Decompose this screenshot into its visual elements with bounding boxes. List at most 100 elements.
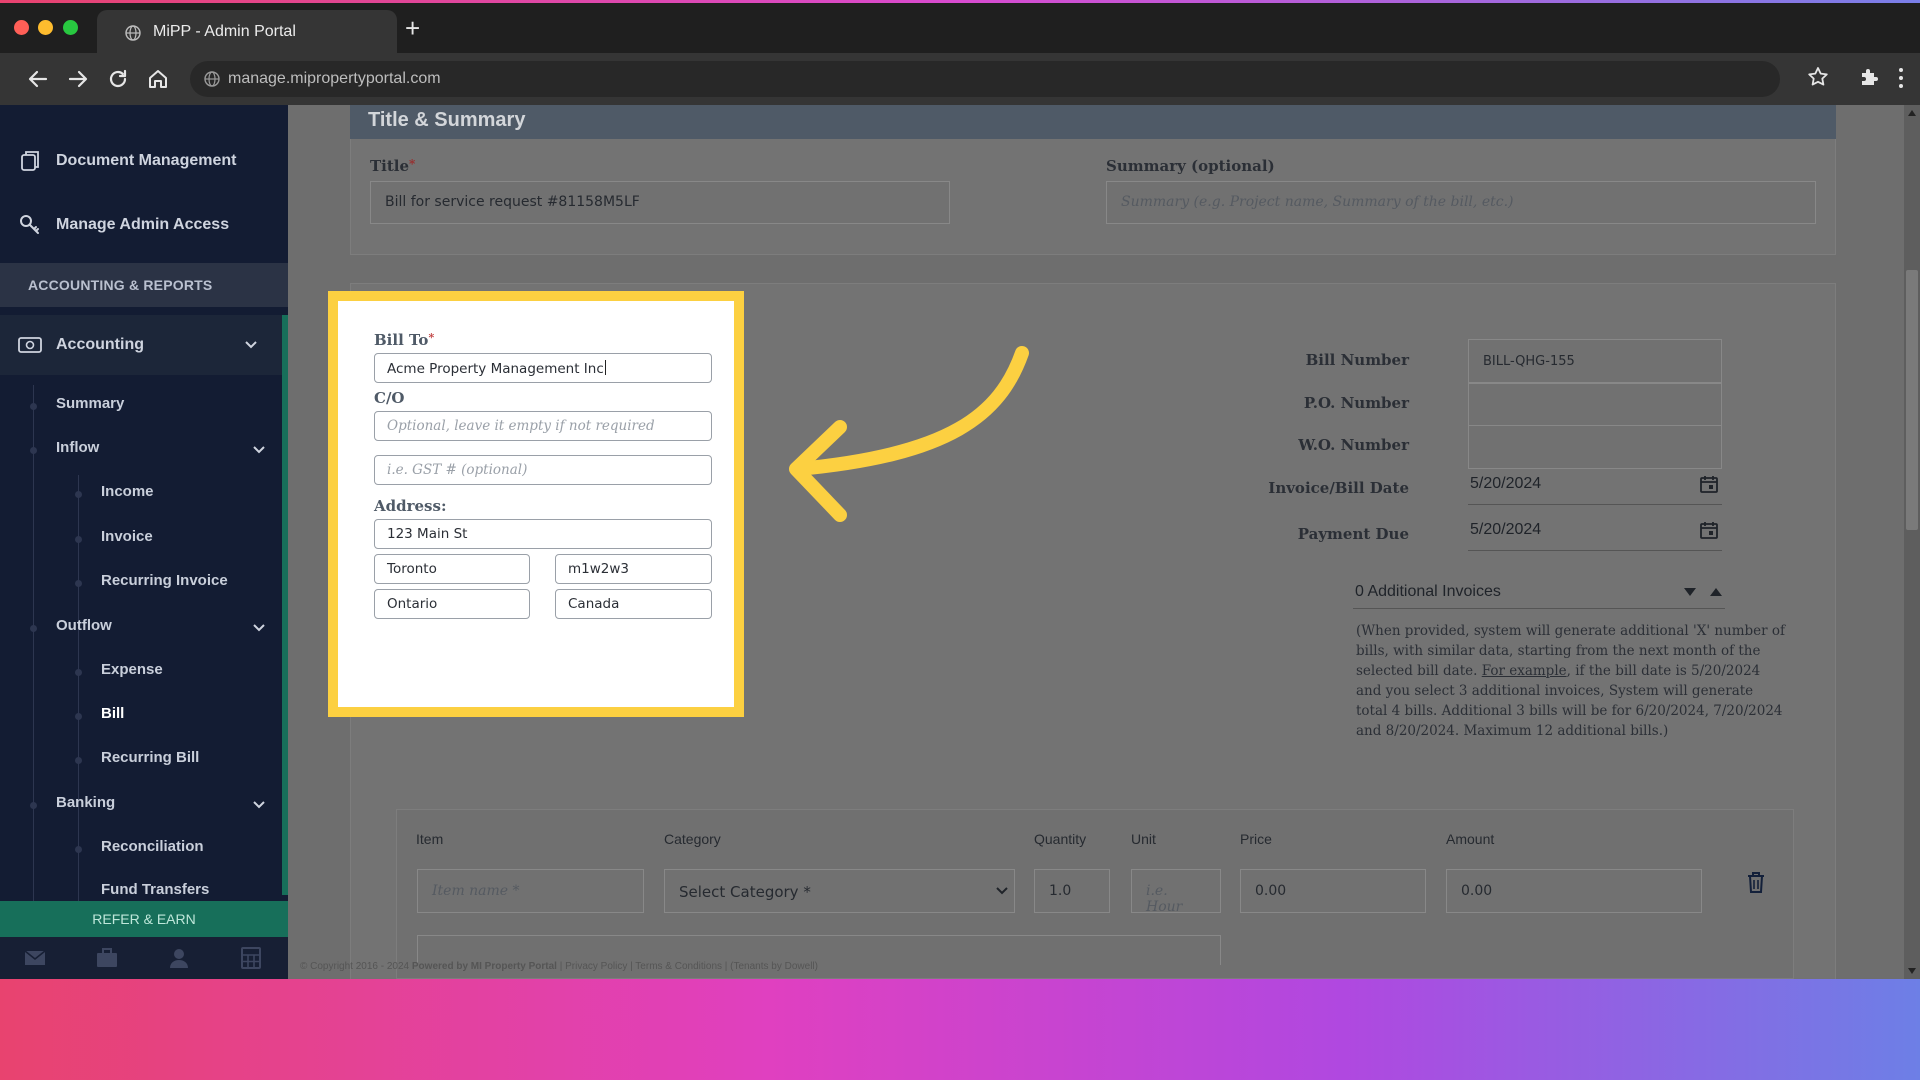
calendar-icon[interactable] [1700, 475, 1718, 493]
invoice-date-value: 5/20/2024 [1470, 475, 1542, 492]
mail-icon[interactable] [24, 947, 46, 969]
reload-icon[interactable] [106, 67, 130, 91]
section-header-accounting-reports: ACCOUNTING & REPORTS [0, 263, 288, 307]
trash-icon[interactable] [1746, 871, 1766, 893]
payment-due-label: Payment Due [1297, 525, 1409, 543]
sidebar-item-recurring-invoice[interactable]: Recurring Invoice [101, 572, 228, 589]
scroll-up-icon[interactable] [1907, 109, 1917, 117]
payment-due-value: 5/20/2024 [1470, 521, 1542, 538]
title-input[interactable]: Bill for service request #81158M5LF [370, 181, 950, 224]
sidebar-item-summary[interactable]: Summary [56, 395, 124, 412]
sidebar-item-accounting[interactable]: Accounting [0, 315, 288, 375]
browser-menu-icon[interactable] [1892, 65, 1910, 91]
tree-dot [30, 447, 37, 454]
bill-to-input[interactable]: Acme Property Management Inc [374, 353, 712, 383]
price-input[interactable]: 0.00 [1240, 869, 1426, 913]
sidebar-item-outflow[interactable]: Outflow [56, 617, 112, 634]
caret-down-icon[interactable] [1683, 587, 1697, 597]
category-select[interactable]: Select Category * [664, 869, 1015, 913]
unit-input[interactable]: i.e. Hour [1131, 869, 1221, 915]
additional-invoices-select[interactable]: 0 Additional Invoices [1353, 573, 1725, 609]
minimize-window-button[interactable] [38, 20, 53, 35]
section-title: Title & Summary [350, 105, 1836, 139]
bill-to-highlight: Bill To* Acme Property Management Inc C/… [328, 291, 744, 717]
for-example-link[interactable]: For example [1482, 663, 1567, 679]
invoice-date-label: Invoice/Bill Date [1268, 479, 1409, 497]
tab-strip: MiPP - Admin Portal + [0, 3, 1920, 53]
postal-code-input[interactable]: m1w2w3 [555, 554, 712, 584]
scroll-down-icon[interactable] [1907, 967, 1917, 975]
chevron-down-icon[interactable] [252, 621, 266, 635]
province-input[interactable]: Ontario [374, 589, 530, 619]
gst-input[interactable]: i.e. GST # (optional) [374, 455, 712, 485]
chevron-down-icon[interactable] [252, 443, 266, 457]
close-window-button[interactable] [14, 20, 29, 35]
street-input[interactable]: 123 Main St [374, 519, 712, 549]
bookmark-star-icon[interactable] [1806, 65, 1830, 89]
user-icon[interactable] [168, 947, 190, 969]
chevron-down-icon [996, 887, 1008, 895]
sidebar-item-bill[interactable]: Bill [101, 705, 124, 722]
sidebar-item-fund-transfers[interactable]: Fund Transfers [101, 881, 209, 898]
invoice-date-input[interactable]: 5/20/2024 [1468, 467, 1722, 505]
sidebar-item-banking[interactable]: Banking [56, 794, 115, 811]
address-bar[interactable]: manage.mipropertyportal.com [190, 61, 1780, 97]
forward-arrow-icon[interactable] [66, 67, 90, 91]
site-info-icon[interactable] [204, 71, 220, 87]
sidebar-item-reconciliation[interactable]: Reconciliation [101, 838, 204, 855]
sidebar-item-expense[interactable]: Expense [101, 661, 163, 678]
bill-number-label: Bill Number [1305, 351, 1409, 369]
home-icon[interactable] [146, 67, 170, 91]
key-icon [20, 215, 39, 234]
bill-to-label: Bill To* [374, 331, 435, 349]
po-number-input[interactable] [1468, 383, 1722, 427]
tab-title: MiPP - Admin Portal [153, 23, 296, 40]
item-name-input[interactable]: Item name * [417, 869, 644, 913]
co-input[interactable]: Optional, leave it empty if not required [374, 411, 712, 441]
bill-number-input[interactable]: BILL-QHG-155 [1468, 339, 1722, 383]
tree-dot [30, 625, 37, 632]
summary-label: Summary (optional) [1106, 157, 1275, 175]
summary-input[interactable]: Summary (e.g. Project name, Summary of t… [1106, 181, 1816, 224]
tree-dot [75, 536, 82, 543]
sidebar-item-inflow[interactable]: Inflow [56, 439, 99, 456]
calculator-icon[interactable] [240, 947, 262, 969]
col-header-price: Price [1240, 831, 1272, 847]
payment-due-input[interactable]: 5/20/2024 [1468, 513, 1722, 551]
sidebar-item-invoice[interactable]: Invoice [101, 528, 153, 545]
sidebar-item-label: Accounting [56, 336, 144, 353]
tree-dot [75, 491, 82, 498]
sidebar-item-income[interactable]: Income [101, 483, 154, 500]
sidebar-item-document-management[interactable]: Document Management [18, 149, 236, 173]
amount-input[interactable]: 0.00 [1446, 869, 1702, 913]
sidebar-item-manage-admin-access[interactable]: Manage Admin Access [18, 213, 229, 237]
chevron-down-icon[interactable] [244, 338, 258, 352]
refer-and-earn-button[interactable]: REFER & EARN [0, 901, 288, 937]
col-header-category: Category [664, 831, 721, 847]
calendar-icon[interactable] [1700, 521, 1718, 539]
back-arrow-icon[interactable] [26, 67, 50, 91]
browser-tab[interactable]: MiPP - Admin Portal [97, 10, 397, 53]
new-tab-button[interactable]: + [405, 15, 420, 41]
quantity-input[interactable]: 1.0 [1034, 869, 1110, 913]
page-scrollbar[interactable] [1904, 105, 1920, 979]
col-header-item: Item [416, 831, 444, 847]
page-footer: © Copyright 2016 - 2024 Powered by MI Pr… [300, 961, 818, 972]
extensions-puzzle-icon[interactable] [1858, 65, 1882, 89]
tree-dot [30, 802, 37, 809]
wo-number-input[interactable] [1468, 425, 1722, 469]
sidebar: Document Management Manage Admin Access … [0, 105, 288, 979]
browser-toolbar: manage.mipropertyportal.com [0, 53, 1920, 105]
briefcase-icon[interactable] [96, 947, 118, 969]
col-header-quantity: Quantity [1034, 831, 1087, 847]
address-label: Address: [374, 497, 447, 515]
maximize-window-button[interactable] [63, 20, 78, 35]
country-input[interactable]: Canada [555, 589, 712, 619]
chevron-down-icon[interactable] [252, 798, 266, 812]
sidebar-item-recurring-bill[interactable]: Recurring Bill [101, 749, 199, 766]
sidebar-item-accounting-label-wrap: Accounting [18, 335, 144, 355]
caret-up-icon[interactable] [1709, 587, 1723, 597]
city-input[interactable]: Toronto [374, 554, 530, 584]
scrollbar-thumb[interactable] [1906, 270, 1918, 530]
additional-invoices-note: (When provided, system will generate add… [1356, 623, 1786, 739]
